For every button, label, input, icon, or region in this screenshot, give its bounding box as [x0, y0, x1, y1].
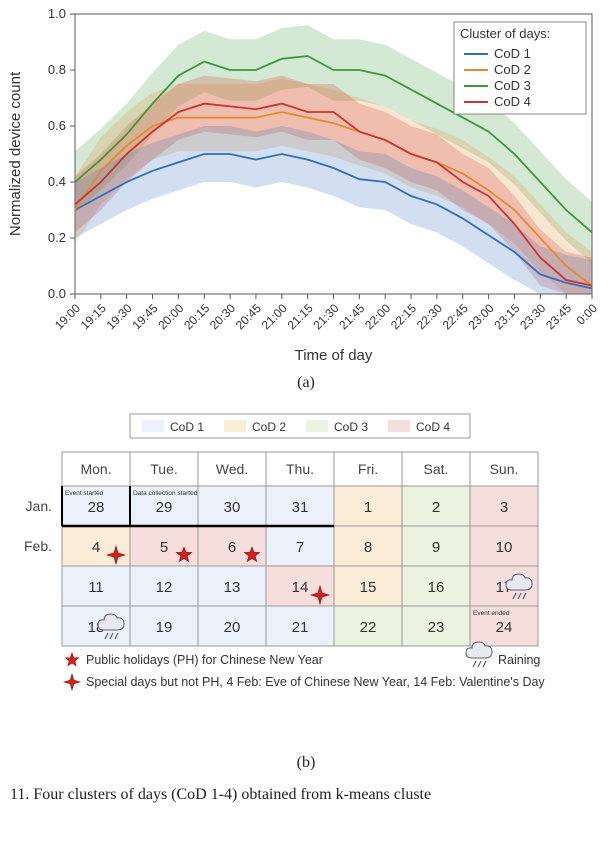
y-tick-label: 0.2 [48, 230, 66, 245]
x-tick-label: 23:00 [466, 301, 497, 332]
cal-legend-label: CoD 4 [416, 420, 450, 434]
cal-legend-swatch [224, 420, 246, 432]
cal-header-label: Sat. [424, 461, 449, 477]
cal-header-label: Fri. [358, 461, 378, 477]
legend-label: CoD 1 [494, 46, 531, 61]
note-sp: Special days but not PH, 4 Feb: Eve of C… [86, 675, 545, 689]
cal-cell-day: 2 [432, 499, 440, 516]
x-tick-label: 22:15 [388, 301, 419, 332]
cal-header-label: Tue. [150, 461, 178, 477]
cal-cell-day: 29 [156, 499, 173, 516]
cal-header-label: Sun. [490, 461, 519, 477]
cal-cell-day: 12 [156, 579, 173, 596]
cal-cell-day: 24 [496, 619, 513, 636]
cal-cell-day: 7 [296, 539, 304, 556]
legend-label: CoD 4 [494, 94, 531, 109]
cal-cell-day: 8 [364, 539, 372, 556]
x-tick-label: 22:00 [362, 301, 393, 332]
cal-cell-day: 10 [496, 539, 513, 556]
star-icon [65, 653, 78, 666]
cal-legend-swatch [142, 420, 164, 432]
cal-cell-day: 30 [224, 499, 241, 516]
cal-header-label: Thu. [286, 461, 314, 477]
x-axis-label: Time of day [295, 347, 373, 364]
cal-cell-day: 6 [228, 539, 236, 556]
subfig-a-label: (a) [297, 374, 315, 391]
cal-cell-day: 16 [428, 579, 445, 596]
subfig-b-label: (b) [297, 754, 316, 771]
x-tick-label: 22:30 [414, 301, 445, 332]
x-tick-label: 19:00 [52, 301, 83, 332]
cal-month-label: Jan. [26, 498, 52, 514]
cal-cell-day: 3 [500, 499, 508, 516]
cal-cell-note: Event started [65, 490, 104, 497]
legend-label: CoD 3 [494, 78, 531, 93]
x-tick-label: 0:00 [574, 301, 601, 328]
cal-cell-day: 19 [156, 619, 173, 636]
x-tick-label: 23:30 [517, 301, 548, 332]
y-tick-label: 1.0 [48, 6, 66, 21]
cal-cell-day: 5 [160, 539, 168, 556]
x-tick-label: 20:00 [155, 301, 186, 332]
cal-cell-day: 22 [360, 619, 377, 636]
cal-cell-note: Data collection started [133, 490, 198, 497]
x-tick-label: 22:45 [440, 301, 471, 332]
cal-legend-swatch [388, 420, 410, 432]
cal-header-label: Wed. [216, 461, 248, 477]
cal-cell-day: 4 [92, 539, 100, 556]
cal-month-label: Feb. [24, 538, 52, 554]
cal-cell-day: 21 [292, 619, 309, 636]
cal-header-label: Mon. [80, 461, 111, 477]
cal-cell-day: 9 [432, 539, 440, 556]
calendar-cod: CoD 1 CoD 2 CoD 3 CoD 4 Mon. Tue. Wed. Thu. Fri.… [0, 406, 612, 746]
y-axis-label: Normalized device count [7, 71, 24, 236]
cal-cell-day: 11 [88, 579, 104, 596]
caption-fragment: 11. Four clusters of days (CoD 1-4) obta… [10, 786, 431, 803]
x-tick-label: 20:30 [207, 301, 238, 332]
cal-cell-day: 20 [224, 619, 241, 636]
cal-legend-label: CoD 1 [170, 420, 204, 434]
cal-cell-day: 13 [224, 579, 241, 596]
cal-cell-day: 14 [292, 579, 309, 596]
chart-cod: 0.00.20.40.60.81.019:0019:1519:3019:4520… [0, 0, 612, 370]
x-tick-label: 19:15 [78, 301, 109, 332]
cal-legend-label: CoD 2 [252, 420, 286, 434]
legend-label: CoD 2 [494, 62, 531, 77]
x-tick-label: 21:15 [285, 301, 316, 332]
cal-legend-swatch [306, 420, 328, 432]
x-tick-label: 21:00 [259, 301, 290, 332]
x-tick-label: 23:45 [543, 301, 574, 332]
note-ph: Public holidays (PH) for Chinese New Yea… [86, 653, 323, 667]
cal-legend-label: CoD 3 [334, 420, 368, 434]
y-tick-label: 0.4 [48, 174, 66, 189]
y-tick-label: 0.8 [48, 62, 66, 77]
cal-cell-note: Event ended [473, 610, 510, 617]
y-tick-label: 0.0 [48, 286, 66, 301]
cal-cell-day: 31 [292, 499, 309, 516]
x-tick-label: 20:15 [181, 301, 212, 332]
cal-cell-day: 23 [428, 619, 445, 636]
note-rain: Raining [498, 653, 540, 667]
x-tick-label: 21:45 [336, 301, 367, 332]
legend-title: Cluster of days: [460, 26, 550, 41]
x-tick-label: 21:30 [310, 301, 341, 332]
four-point-star-icon [64, 674, 80, 690]
x-tick-label: 23:15 [491, 301, 522, 332]
cal-cell-day: 1 [364, 499, 372, 516]
x-tick-label: 19:30 [104, 301, 135, 332]
y-tick-label: 0.6 [48, 118, 66, 133]
x-tick-label: 20:45 [233, 301, 264, 332]
cal-cell-day: 28 [88, 499, 105, 516]
cal-cell-day: 15 [360, 579, 377, 596]
x-tick-label: 19:45 [129, 301, 160, 332]
